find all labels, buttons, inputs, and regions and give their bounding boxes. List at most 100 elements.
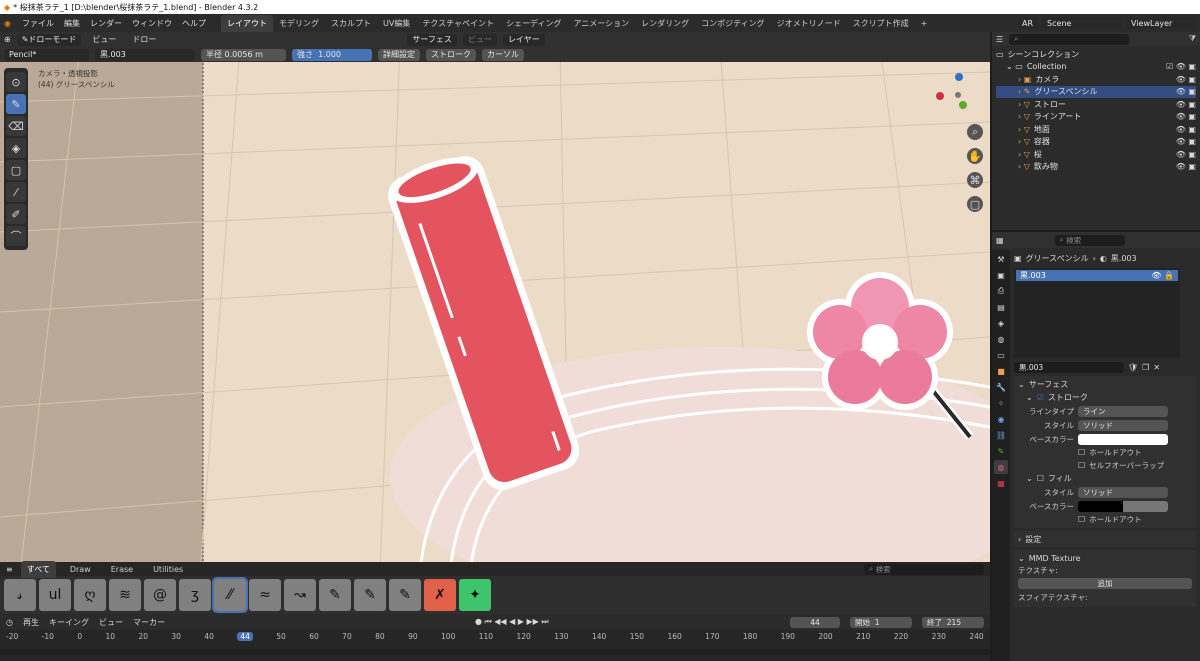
- brush-selector[interactable]: Pencil*: [4, 48, 89, 61]
- layer-selector[interactable]: レイヤー: [502, 33, 545, 46]
- fill-holdout-checkbox[interactable]: ☐: [1078, 515, 1085, 524]
- eye-icon[interactable]: 👁 ▣: [1176, 137, 1196, 146]
- outliner-item[interactable]: › ▽ 桜 👁 ▣: [996, 148, 1196, 161]
- outliner-search-input[interactable]: ⌕: [1009, 33, 1130, 45]
- brush-tile[interactable]: ʒ: [179, 579, 211, 611]
- render-tab-icon[interactable]: ▣: [994, 268, 1008, 282]
- 3d-viewport[interactable]: カメラ・透視投影 (44) グリースペンシル ⌕ ✋ ⌘ ▢: [0, 47, 990, 574]
- brush-tile[interactable]: ღ: [74, 579, 106, 611]
- fill-subpanel-header[interactable]: ⌄ ☐ フィル: [1018, 472, 1192, 485]
- menu-view[interactable]: ビュー: [87, 34, 121, 45]
- tab-uv[interactable]: UV編集: [377, 15, 416, 32]
- brush-tile[interactable]: ul: [39, 579, 71, 611]
- zoom-icon[interactable]: ⌕: [967, 124, 983, 140]
- outliner-item[interactable]: › ▽ 地面 👁 ▣: [996, 123, 1196, 136]
- fill-holdout-row[interactable]: ☐ ホールドアウト: [1018, 513, 1192, 526]
- frame-end-field[interactable]: 終了 215: [922, 616, 984, 628]
- outliner-item[interactable]: › ▽ 飲み物 👁 ▣: [996, 161, 1196, 174]
- outliner-item[interactable]: › ▣ カメラ 👁 ▣: [996, 73, 1196, 86]
- tab-rendering[interactable]: レンダリング: [635, 15, 695, 32]
- collection-row[interactable]: ⌄ ▭ Collection ☑ 👁 ▣: [996, 61, 1196, 74]
- self-overlap-checkbox[interactable]: ☐: [1078, 461, 1085, 470]
- eye-icon[interactable]: 👁 ▣: [1176, 112, 1196, 121]
- add-workspace-button[interactable]: +: [915, 16, 934, 31]
- brush-tile[interactable]: 𝓈: [4, 579, 36, 611]
- curve-tool-icon[interactable]: ⌒: [6, 226, 26, 246]
- menu-window[interactable]: ウィンドウ: [127, 18, 177, 29]
- tab-compositing[interactable]: コンポジティング: [695, 15, 771, 32]
- draw-tool-icon[interactable]: ✎: [6, 94, 26, 114]
- scene-collection-row[interactable]: ▭ シーンコレクション: [996, 48, 1196, 61]
- menu-render[interactable]: レンダー: [85, 18, 127, 29]
- constraints-tab-icon[interactable]: ⛓: [994, 428, 1008, 442]
- frame-start-field[interactable]: 開始 1: [850, 616, 912, 628]
- material-slot-list[interactable]: 黒.003 👁 🔒: [1014, 268, 1180, 358]
- brush-tile[interactable]: ↝: [284, 579, 316, 611]
- view-placement-selector[interactable]: ビュー: [462, 33, 497, 46]
- holdout-row[interactable]: ☐ ホールドアウト: [1018, 446, 1192, 459]
- collection-visibility-icon[interactable]: ☑ 👁 ▣: [1166, 62, 1196, 71]
- fill-color-swatch[interactable]: [1078, 500, 1168, 512]
- output-tab-icon[interactable]: ⎙: [994, 284, 1008, 298]
- brush-tile[interactable]: ✗: [424, 579, 456, 611]
- strength-field[interactable]: 強さ 1.000: [292, 48, 372, 61]
- timeline-ruler[interactable]: -20 -10 0 10 20 30 40 44 50 60 70 80 90 …: [0, 630, 990, 661]
- menu-view-timeline[interactable]: ビュー: [99, 617, 123, 628]
- shelf-tab-utilities[interactable]: Utilities: [147, 562, 189, 577]
- settings-panel-header[interactable]: › 設定: [1014, 531, 1196, 547]
- erase-tool-icon[interactable]: ⌫: [6, 116, 26, 136]
- tab-geometry-nodes[interactable]: ジオメトリノード: [771, 15, 847, 32]
- mode-selector[interactable]: ✎ ドローモード: [16, 33, 82, 46]
- brush-tile[interactable]: ✎: [354, 579, 386, 611]
- brush-tile[interactable]: ✎: [389, 579, 421, 611]
- lock-icon[interactable]: ▢: [967, 196, 983, 212]
- camera-view-icon[interactable]: ⌘: [967, 172, 983, 188]
- shelf-tab-all[interactable]: すべて: [20, 560, 56, 578]
- eye-icon[interactable]: 👁 ▣: [1176, 150, 1196, 159]
- object-tab-icon[interactable]: ■: [994, 364, 1008, 378]
- stroke-color-swatch[interactable]: [1078, 433, 1168, 445]
- select-tool-icon[interactable]: ⊙: [6, 72, 26, 92]
- menu-edit[interactable]: 編集: [59, 18, 85, 29]
- outliner-item-selected[interactable]: › ✎ グリースペンシル 👁 ▣: [996, 85, 1196, 98]
- filter-icon[interactable]: ⧩: [1189, 34, 1196, 44]
- fill-checkbox[interactable]: ☐: [1037, 474, 1044, 483]
- outliner-editor-icon[interactable]: ☰: [996, 35, 1003, 44]
- world-tab-icon[interactable]: ◍: [994, 332, 1008, 346]
- ar-selector[interactable]: AR: [1016, 17, 1038, 29]
- tool-tab-icon[interactable]: ⚒: [994, 252, 1008, 266]
- tab-layout[interactable]: レイアウト: [220, 14, 273, 32]
- material-tab-icon[interactable]: ◍: [994, 460, 1008, 474]
- view-layer-tab-icon[interactable]: ▤: [994, 300, 1008, 314]
- line-type-dropdown[interactable]: ライン: [1078, 405, 1168, 417]
- stroke-checkbox[interactable]: ☑: [1037, 393, 1044, 402]
- menu-help[interactable]: ヘルプ: [177, 18, 211, 29]
- shelf-tab-erase[interactable]: Erase: [105, 562, 139, 577]
- props-editor-icon[interactable]: ▦: [996, 236, 1004, 245]
- eye-icon[interactable]: 👁 ▣: [1176, 75, 1196, 84]
- box-tool-icon[interactable]: ▢: [6, 160, 26, 180]
- current-frame-field[interactable]: 44: [790, 616, 840, 628]
- brush-tile[interactable]: ≈: [249, 579, 281, 611]
- outliner-item[interactable]: › ▽ ストロー 👁 ▣: [996, 98, 1196, 111]
- outliner-item[interactable]: › ▽ ラインアート 👁 ▣: [996, 111, 1196, 124]
- tab-texture-paint[interactable]: テクスチャペイント: [416, 15, 500, 32]
- effects-tab-icon[interactable]: ✧: [994, 396, 1008, 410]
- style-dropdown[interactable]: ソリッド: [1078, 419, 1168, 431]
- menu-draw[interactable]: ドロー: [127, 34, 161, 45]
- material-name-field[interactable]: 黒.003: [1014, 361, 1124, 373]
- editor-type-icon[interactable]: ⊕: [4, 35, 11, 44]
- shelf-tab-draw[interactable]: Draw: [64, 562, 97, 577]
- tab-modeling[interactable]: モデリング: [273, 15, 325, 32]
- eyedropper-icon[interactable]: ✐: [6, 204, 26, 224]
- tab-shading[interactable]: シェーディング: [500, 15, 567, 32]
- eye-icon[interactable]: 👁 ▣: [1176, 125, 1196, 134]
- self-overlap-row[interactable]: ☐ セルフオーバーラップ: [1018, 459, 1192, 472]
- eye-icon[interactable]: 👁 ▣: [1176, 162, 1196, 171]
- data-tab-icon[interactable]: ✎: [994, 444, 1008, 458]
- brush-tile[interactable]: ≋: [109, 579, 141, 611]
- timeline-editor-icon[interactable]: ◷: [6, 618, 13, 627]
- surface-panel-header[interactable]: ⌄ サーフェス: [1018, 378, 1192, 391]
- props-search-input[interactable]: ⌕ 検索: [1054, 234, 1125, 246]
- stroke-subpanel-header[interactable]: ⌄ ☑ ストローク: [1018, 391, 1192, 404]
